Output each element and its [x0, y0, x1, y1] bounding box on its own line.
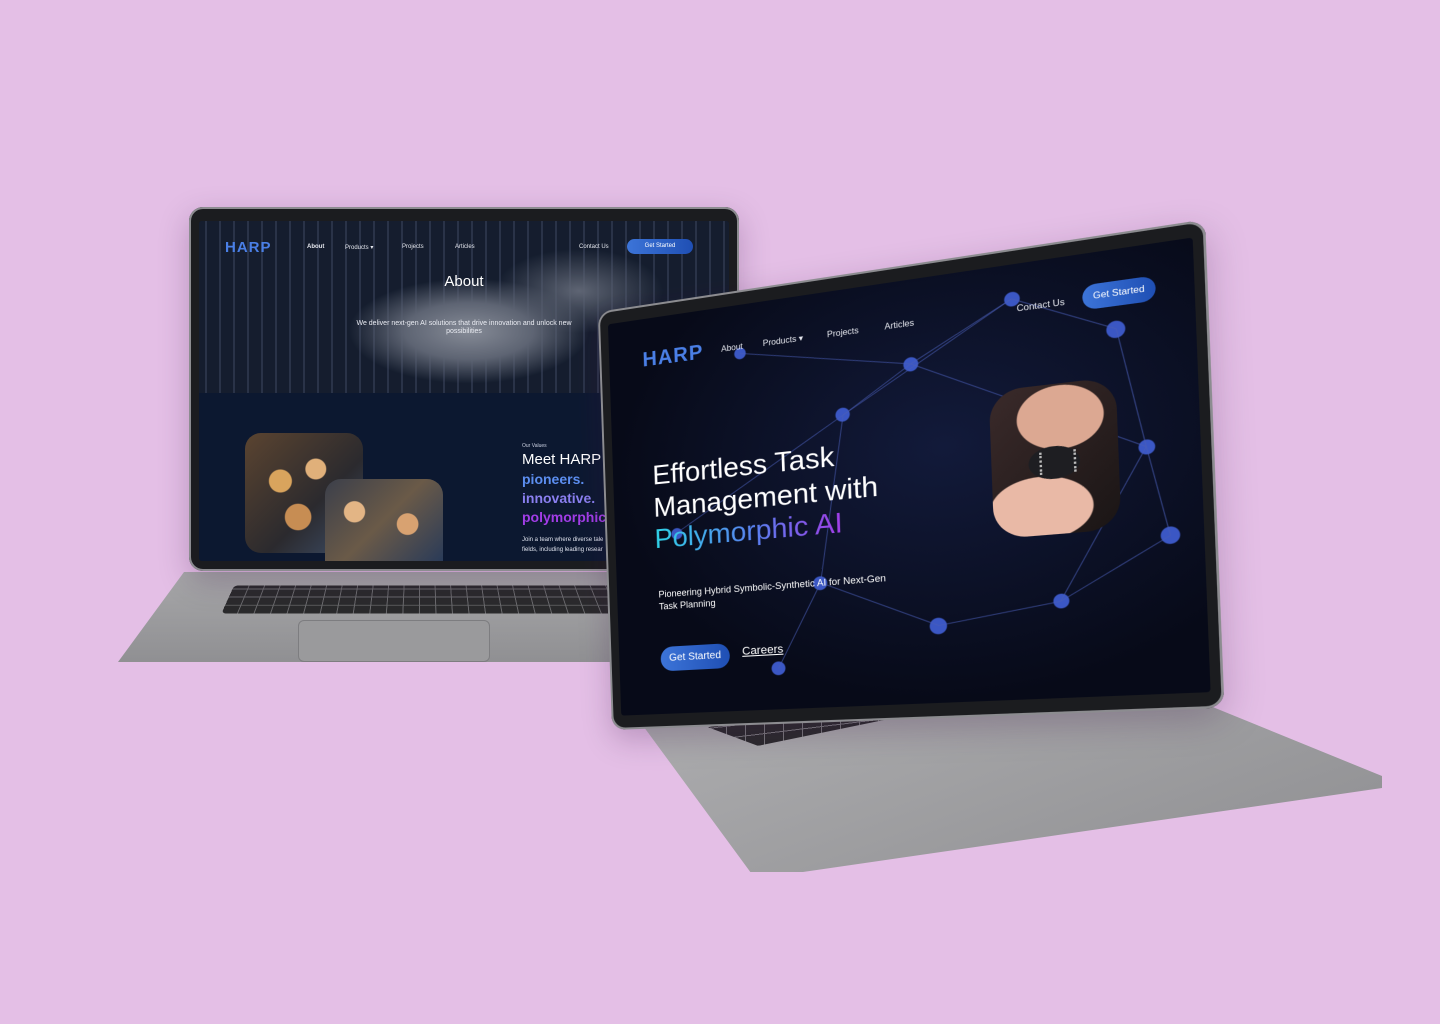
get-started-button[interactable]: Get Started [660, 643, 731, 672]
hero-subtitle: We deliver next-gen AI solutions that dr… [356, 320, 572, 335]
chip-pins [1039, 449, 1077, 476]
harp-logo[interactable]: HARP [225, 239, 272, 256]
value-word-innovative: innovative. [522, 490, 596, 506]
nav-products-label: Products [762, 334, 797, 349]
nav-articles[interactable]: Articles [455, 244, 475, 250]
get-started-button[interactable]: Get Started [627, 239, 693, 254]
back-laptop-keyboard [221, 585, 625, 614]
page-title: About [444, 273, 484, 290]
nav-projects[interactable]: Projects [827, 326, 859, 340]
back-laptop-trackpad [298, 620, 490, 662]
nav-about[interactable]: About [721, 342, 743, 354]
chevron-down-icon: ▾ [798, 333, 804, 344]
team-photo-secondary [325, 479, 443, 561]
values-body: Join a team where diverse tale fields, i… [522, 537, 604, 553]
home-page-screen: HARP About Products ▾ Projects Articles … [607, 237, 1211, 716]
values-heading: Meet HARP I [522, 451, 610, 468]
nav-products-label: Products [345, 245, 369, 251]
nav-projects[interactable]: Projects [402, 244, 424, 250]
chevron-down-icon: ▾ [370, 245, 374, 251]
value-word-polymorphic: polymorphic [522, 509, 607, 525]
value-word-pioneers: pioneers. [522, 471, 585, 487]
nav-contact[interactable]: Contact Us [1016, 297, 1064, 314]
nav-articles[interactable]: Articles [884, 318, 914, 332]
nav-products[interactable]: Products ▾ [763, 333, 804, 348]
about-navbar: HARP About Products ▾ Projects Articles … [199, 239, 729, 261]
nav-contact[interactable]: Contact Us [579, 244, 609, 250]
nav-products[interactable]: Products ▾ [345, 244, 373, 251]
chip-photo [988, 376, 1122, 540]
nav-about[interactable]: About [307, 244, 324, 250]
values-label: Our Values [522, 443, 547, 449]
careers-link[interactable]: Careers [742, 643, 784, 658]
get-started-nav-button[interactable]: Get Started [1081, 275, 1157, 311]
